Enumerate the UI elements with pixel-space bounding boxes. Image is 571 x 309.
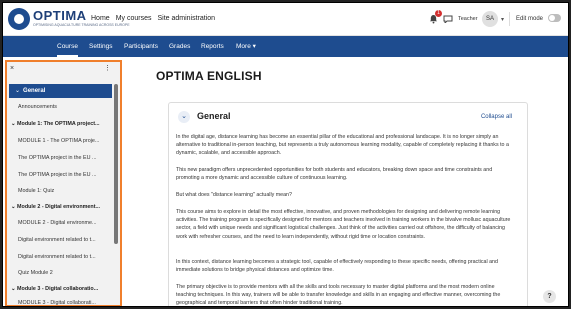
course-index-section[interactable]: ⌄ Module 1: The OPTIMA project...: [7, 121, 113, 127]
course-index-item[interactable]: Quiz Module 2: [7, 270, 113, 276]
section-title: General: [197, 111, 231, 121]
chevron-down-icon[interactable]: ▾: [501, 16, 504, 23]
edit-mode-toggle[interactable]: [548, 14, 561, 22]
chevron-down-icon: ⌄: [11, 121, 16, 127]
tab-more[interactable]: More ▾: [236, 36, 256, 57]
help-button[interactable]: ?: [543, 290, 556, 303]
course-index-item-label: General: [23, 88, 46, 94]
course-nav: Course Settings Participants Grades Repo…: [3, 36, 568, 57]
tab-settings[interactable]: Settings: [89, 36, 113, 57]
optima-logo-icon[interactable]: [8, 8, 30, 30]
section-paragraph: In this context, distance learning becom…: [176, 259, 498, 274]
course-index-section[interactable]: ⌄ Module 2 - Digital environment...: [7, 204, 113, 210]
section-paragraph: This course aims to explore in detail th…: [176, 209, 511, 240]
top-nav: Home My courses Site administration: [91, 15, 215, 22]
course-index-item[interactable]: The OPTIMA project in the EU ...: [7, 155, 113, 161]
course-index-section-label: Module 2 - Digital environment...: [17, 204, 100, 210]
course-index-item[interactable]: The OPTIMA project in the EU ...: [7, 172, 113, 178]
course-index-item[interactable]: Digital environment related to t...: [7, 254, 113, 260]
section-paragraph: But what does "distance learning" actual…: [176, 192, 292, 198]
chevron-down-icon: ▾: [252, 43, 256, 50]
course-index-item-general[interactable]: ⌄ General: [9, 84, 112, 98]
scrollbar[interactable]: [114, 84, 118, 244]
top-navbar: OPTIMA OPTIMISING AQUACULTURE TRAINING A…: [3, 3, 568, 36]
tab-course[interactable]: Course: [57, 36, 78, 57]
tab-grades[interactable]: Grades: [169, 36, 190, 57]
nav-home[interactable]: Home: [91, 15, 110, 22]
avatar[interactable]: SA: [482, 11, 498, 27]
more-options-icon[interactable]: ⋮: [104, 64, 111, 72]
edit-mode-label: Edit mode: [516, 16, 544, 22]
app-frame: OPTIMA OPTIMISING AQUACULTURE TRAINING A…: [2, 2, 569, 307]
tab-more-label: More: [236, 43, 251, 50]
close-icon[interactable]: ×: [10, 65, 14, 72]
main-content: OPTIMA ENGLISH ⌄ General Collapse all In…: [128, 57, 568, 307]
section-card: ⌄ General Collapse all In the digital ag…: [168, 102, 528, 307]
divider: [509, 12, 510, 26]
course-index-item[interactable]: MODULE 1 - The OPTIMA proje...: [7, 138, 113, 144]
brand-name[interactable]: OPTIMA: [33, 8, 87, 23]
chevron-down-icon: ⌄: [11, 286, 16, 292]
chevron-down-icon: ⌄: [15, 88, 21, 94]
course-index-item[interactable]: MODULE 2 - Digital environme...: [7, 220, 113, 226]
page-title: OPTIMA ENGLISH: [156, 69, 262, 83]
section-paragraph: In the digital age, distance learning ha…: [176, 134, 509, 157]
collapse-all-link[interactable]: Collapse all: [481, 114, 512, 120]
course-index-section-label: Module 3 - Digital collaboratio...: [17, 286, 99, 292]
chevron-down-icon: ⌄: [11, 204, 16, 210]
section-paragraph: The primary objective is to provide ment…: [176, 284, 501, 307]
nav-my-courses[interactable]: My courses: [116, 15, 152, 22]
brand-tagline: OPTIMISING AQUACULTURE TRAINING ACROSS E…: [33, 23, 130, 27]
chevron-down-icon[interactable]: ⌄: [178, 111, 190, 123]
chat-icon[interactable]: [443, 15, 453, 23]
section-paragraph: This new paradigm offers unprecedented o…: [176, 167, 493, 182]
notification-badge: 1: [435, 10, 442, 17]
course-index-section[interactable]: ⌄ Module 3 - Digital collaboratio...: [7, 286, 113, 292]
user-role: Teacher: [458, 16, 478, 22]
course-index-item[interactable]: Announcements: [7, 104, 113, 110]
tab-participants[interactable]: Participants: [124, 36, 158, 57]
course-index-item[interactable]: Digital environment related to t...: [7, 237, 113, 243]
nav-site-administration[interactable]: Site administration: [157, 15, 215, 22]
course-index-item[interactable]: Module 1: Quiz: [7, 188, 113, 194]
course-index-section-label: Module 1: The OPTIMA project...: [17, 121, 100, 127]
tab-reports[interactable]: Reports: [201, 36, 224, 57]
course-index-drawer: × ⋮ ⌄ General Announcements ⌄ Module 1: T…: [5, 60, 122, 306]
course-index-item[interactable]: MODULE 3 - Digital collaborati...: [7, 300, 113, 305]
